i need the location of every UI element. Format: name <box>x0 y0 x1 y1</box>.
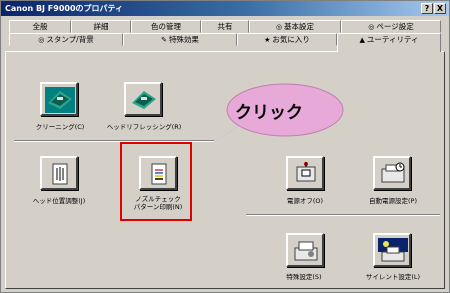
special-settings-icon <box>294 241 318 261</box>
tab-label: ユーティリティ <box>366 35 419 44</box>
power-off-icon <box>296 162 316 182</box>
tab-page-setup[interactable]: ◎ ページ設定 <box>341 20 441 33</box>
silent-settings-label: サイレント設定(L) <box>365 273 421 281</box>
utility-icon: ▲ <box>359 36 365 44</box>
power-off-button[interactable] <box>286 156 324 190</box>
alignment-icon <box>52 163 68 185</box>
tab-label: 詳細 <box>93 22 109 31</box>
close-button[interactable]: X <box>434 3 446 14</box>
tab-label: 色の管理 <box>151 22 181 31</box>
basic-settings-icon: ◎ <box>275 23 283 31</box>
tab-special-effects[interactable]: ✎ 特殊効果 <box>123 33 237 46</box>
cleaning-label: クリーニング(C) <box>35 123 85 131</box>
tab-label: ページ設定 <box>376 22 414 31</box>
callout-pointer <box>189 121 245 159</box>
special-settings-button[interactable] <box>286 233 324 267</box>
tab-color-management[interactable]: 色の管理 <box>131 20 201 33</box>
highlight-box <box>120 142 192 221</box>
tab-label: お気に入り <box>272 35 310 44</box>
tab-label: 全般 <box>32 22 48 31</box>
tab-basic-settings[interactable]: ◎ 基本設定 <box>249 20 341 33</box>
tab-label: 基本設定 <box>284 22 315 31</box>
tab-general[interactable]: 全般 <box>9 20 71 33</box>
silent-settings-icon <box>378 238 408 262</box>
tab-label: スタンプ/背景 <box>46 35 94 44</box>
silent-settings-button[interactable] <box>373 233 411 267</box>
tab-favorites[interactable]: ★ お気に入り <box>237 33 337 46</box>
tab-details[interactable]: 詳細 <box>71 20 131 33</box>
head-refreshing-button[interactable] <box>124 82 162 116</box>
tab-label: 共有 <box>217 22 233 31</box>
properties-window: Canon BJ F9000のプロパティ ? X 全般 詳細 色の管理 共有 ◎… <box>0 0 450 293</box>
cleaning-icon <box>45 87 75 113</box>
tab-strip: 全般 詳細 色の管理 共有 ◎ 基本設定 ◎ ページ設定 ◎ スタンプ/背景 ✎ 特殊効… <box>5 20 445 54</box>
help-button[interactable]: ? <box>421 3 433 14</box>
auto-power-icon <box>381 162 405 183</box>
stamp-icon: ◎ <box>38 36 45 44</box>
tab-utility[interactable]: ▲ ユーティリティ <box>337 33 441 52</box>
head-alignment-button[interactable] <box>40 156 78 190</box>
page-setup-icon: ◎ <box>368 23 375 31</box>
special-settings-label: 特殊設定(S) <box>286 273 322 281</box>
callout-text: クリック <box>235 103 303 123</box>
window-title: Canon BJ F9000のプロパティ <box>5 4 124 13</box>
refreshing-icon <box>129 87 159 113</box>
power-off-label: 電源オフ(O) <box>286 197 324 205</box>
refreshing-label: ヘッドリフレッシング(R) <box>106 123 182 131</box>
title-bar: Canon BJ F9000のプロパティ ? X <box>1 1 449 16</box>
tab-label: 特殊効果 <box>168 35 199 44</box>
divider <box>246 214 440 216</box>
tab-sharing[interactable]: 共有 <box>201 20 249 33</box>
cleaning-button[interactable] <box>40 82 78 116</box>
head-alignment-label: ヘッド位置調整(J) <box>32 197 86 205</box>
brush-icon: ✎ <box>161 36 167 44</box>
tab-stamp-background[interactable]: ◎ スタンプ/背景 <box>9 33 123 46</box>
auto-power-button[interactable] <box>373 156 411 190</box>
auto-power-label: 自動電源設定(P) <box>369 197 417 205</box>
favorites-icon: ★ <box>264 36 271 44</box>
